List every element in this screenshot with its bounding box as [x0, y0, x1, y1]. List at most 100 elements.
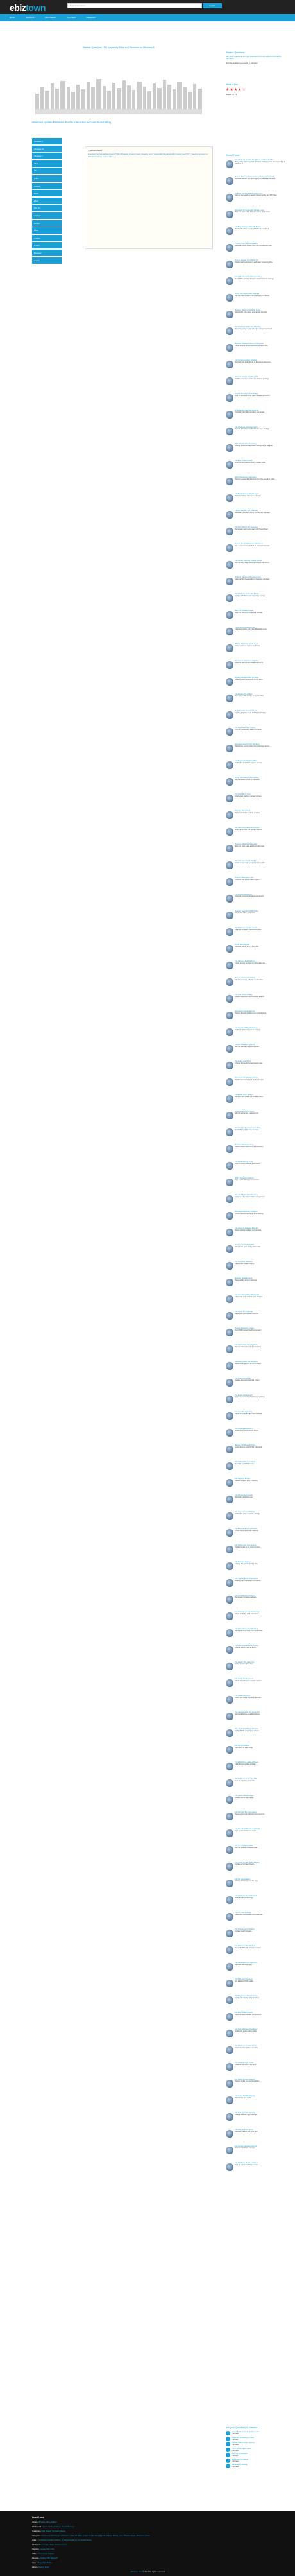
recent-post-item[interactable]: Fix Error 0x8007000d Reset windows update… [226, 2011, 287, 2028]
recent-post-item[interactable]: Taskbar Not Hiding Restart windows explor… [226, 809, 287, 827]
ask-question-link[interactable]: Ask your Questions and get solutions fro… [226, 55, 287, 60]
footer-row-links[interactable]: Contact, Help, FAQ [40, 2548, 54, 2550]
recent-post-item[interactable]: Fix Sticky Notes Missing Restore notes fr… [226, 2078, 287, 2095]
recent-post-item[interactable]: Fix Microphone Not Working Allow apps to … [226, 1627, 287, 1645]
recent-post-item[interactable]: Fix Mouse Lagging Change the pointer poll… [226, 1560, 287, 1578]
recent-post-item[interactable]: Fix Slow File Explorer Clear quick access… [226, 1260, 287, 1277]
recent-post-item[interactable]: Linux Boot Repair Reinstall GRUB from a l… [226, 943, 287, 960]
recent-post-item[interactable]: Fix Screen Flickering Uninstall incompati… [226, 893, 287, 910]
sidebar-item-windows-8[interactable]: Windows 8 [32, 138, 62, 144]
recent-post-item[interactable]: Fix Keyboard Not Typing Turn off filter k… [226, 726, 287, 743]
footer-row-links[interactable]: Windows, Office, Outlook [38, 2521, 57, 2523]
ask-question-item[interactable]: Kaspersky not starting on boot 1 answer [226, 2436, 287, 2442]
recent-post-item[interactable]: Fix Network Adapter Missing Reset network… [226, 1227, 287, 1244]
recent-post-item[interactable]: Fix Bluetooth Not Available Enable the bl… [226, 759, 287, 777]
recent-post-item[interactable]: Fix Start Menu Not Opening Re-register st… [226, 526, 287, 543]
recent-post-item[interactable]: Fix Stuck Print Queue Restart the print s… [226, 1310, 287, 1327]
recent-post-item[interactable]: Fix Google Drive Sync Reinstall backup an… [226, 2128, 287, 2145]
recent-post-item[interactable]: Backup Windows Drivers Export drivers usi… [226, 1444, 287, 1461]
recent-post-item[interactable]: Fix Windows Activation Error Run the acti… [226, 426, 287, 443]
recent-post-item[interactable]: Fix Windows Update Problems on Windows 8… [226, 159, 287, 176]
recent-post-item[interactable]: Recover Formatted Drive Use file recovery… [226, 976, 287, 994]
recent-post-item[interactable]: Windows Recovery Options Access advanced … [226, 1210, 287, 1227]
recent-post-item[interactable]: Word Document Recovery Recover unsaved do… [226, 476, 287, 493]
recent-post-item[interactable]: Fix Internet Explorer Crashes Reset IE se… [226, 659, 287, 677]
recent-post-item[interactable]: Fix Mail App Not Syncing Change mailbox s… [226, 2111, 287, 2129]
recent-post-item[interactable]: Fix Kernel Security Check Failure Run mem… [226, 559, 287, 576]
ask-question-item[interactable]: Excel file is corrupted 1 answer [226, 2453, 287, 2459]
recent-post-item[interactable]: Restore Default Apps Reset default apps i… [226, 1277, 287, 1294]
recent-post-item[interactable]: Fix Recycle Bin Corrupted Reset recycle b… [226, 1811, 287, 1828]
recent-post-item[interactable]: Fix Photos App Crash Reinstall the photos… [226, 1494, 287, 1511]
recent-post-item[interactable]: Fix App Not Opening Repair or reset the a… [226, 1410, 287, 1428]
recent-post-item[interactable]: Fix Skype Not Connecting Update Skype to … [226, 1544, 287, 1561]
copyright-brand[interactable]: ebiztown.com [130, 2570, 142, 2573]
recent-post-item[interactable]: Fix Pen Drive Write Protected Clear read-… [226, 1293, 287, 1311]
recent-post-item[interactable]: Fix Boot Device Not Found Check BIOS boot… [226, 1527, 287, 1544]
sidebar-item-windows-10[interactable]: Windows 10 [32, 145, 62, 152]
footer-row-links[interactable]: Activation, Boot, Drivers, Updates [42, 2544, 67, 2546]
recent-post-item[interactable]: Fix Windows Update Error Download the upd… [226, 2044, 287, 2062]
recent-post-item[interactable]: Fix Explorer Keeps Restarting Check for f… [226, 1611, 287, 1628]
recent-post-item[interactable]: Printer Driver Is Unavailable Reinstall p… [226, 242, 287, 259]
ask-question-item[interactable]: How to fix Windows 10 update error? 2 ans… [226, 2431, 287, 2437]
footer-row-links[interactable]: Privacy, Terms [38, 2566, 49, 2568]
recent-post-item[interactable]: How to Speed Up a Slow PC Disable startup… [226, 259, 287, 276]
footer-row-links[interactable]: Store, Mail, Photos [38, 2562, 52, 2564]
sidebar-item-xp[interactable]: XP [32, 168, 62, 175]
sidebar-item-browsers[interactable]: Browsers [32, 249, 62, 256]
sidebar-item-outlook[interactable]: Outlook [32, 182, 62, 189]
recent-post-item[interactable]: Fix Clock Watchdog Timeout Update BIOS an… [226, 1727, 287, 1745]
footer-row-links[interactable]: Fix Windows Update Problems, Fix Kaspers… [38, 2539, 92, 2541]
recent-post-item[interactable]: Fix Corrupted User Profile Create a new u… [226, 860, 287, 877]
recent-post-item[interactable]: Remove Malware Manually Boot into safe mo… [226, 843, 287, 860]
recent-post-item[interactable]: Fix Windows Update Stuck Clear the softwa… [226, 926, 287, 944]
ask-question-item[interactable]: Outlook crashes when opening 3 answers [226, 2442, 287, 2448]
recent-post-item[interactable]: USB Device Not Recognized Uninstall the U… [226, 409, 287, 426]
sidebar-item-mac-os[interactable]: Mac OS [32, 205, 62, 212]
recent-post-item[interactable]: Fix Missing DLL Files Run system file che… [226, 693, 287, 710]
recent-post-item[interactable]: Fix Hard Drive Not Showing Assign a drive… [226, 1193, 287, 1211]
sidebar-item-vista[interactable]: Vista [32, 160, 62, 167]
recent-post-item[interactable]: Windows 10 Automatic Repair Loop Boot int… [226, 209, 287, 226]
ask-question-item[interactable]: Blue screen on startup 4 answers [226, 2458, 287, 2464]
footer-row-links[interactable]: Printers, USB, Bluetooth [40, 2557, 58, 2559]
question-body[interactable]: How can I fix Interactive Account? My Wi… [88, 153, 210, 158]
recent-post-item[interactable]: Fix Windows Not Activated Enter a valid p… [226, 1894, 287, 1912]
recent-post-item[interactable]: Fix Right Click Not Working Remove third … [226, 1344, 287, 1361]
recent-post-item[interactable]: Fix Error 0x80004005 Run the update troub… [226, 1844, 287, 1862]
recent-post-item[interactable]: Fix Calculator Not Opening Reinstall calc… [226, 1961, 287, 1978]
footer-row-links[interactable]: Word, Excel, Outlook [38, 2553, 54, 2555]
recent-post-item[interactable]: Fix No Sound After Update Roll back the a… [226, 359, 287, 376]
recent-post-item[interactable]: Laptop Battery Not Charging Reinstall the… [226, 509, 287, 526]
recent-post-item[interactable]: Fix Volume Icon Missing Enable the icon i… [226, 1510, 287, 1528]
recent-post-item[interactable]: Excel File Cannot Be Opened Use the built… [226, 292, 287, 309]
sidebar-item-printers[interactable]: Printers [32, 234, 62, 241]
nav-item-most-viewed[interactable]: Most Viewed [40, 14, 61, 21]
recent-post-item[interactable]: Windows Search Not Working Rebuild the se… [226, 743, 287, 760]
footer-row-links[interactable]: Most Viewed, Top Rated, Recent [42, 2530, 66, 2532]
recent-post-item[interactable]: Fix Slow Boot Time Enable fast startup in… [226, 793, 287, 810]
nav-item-top-rated[interactable]: Top Rated [62, 14, 81, 21]
recent-post-item[interactable]: Fix Fonts Not Displaying Rebuild the font… [226, 2095, 287, 2112]
site-logo[interactable]: ebiztown [10, 3, 46, 13]
recent-post-item[interactable]: Fix Windows Defender Off Turn on real tim… [226, 1777, 287, 1795]
recent-post-item[interactable]: Fix Android Storage Full Clear app cache … [226, 626, 287, 643]
sidebar-item-word[interactable]: Word [32, 197, 62, 204]
recent-post-item[interactable]: Fix Device Manager Errors Scan for hardwa… [226, 2145, 287, 2162]
recent-post-item[interactable]: Fix DNS Server Not Responding Flush DNS c… [226, 275, 287, 293]
sidebar-item-drivers[interactable]: Drivers [32, 242, 62, 249]
recent-post-item[interactable]: Fix Windows Store Not Working Reset the s… [226, 325, 287, 343]
recent-post-item[interactable]: Fix Zoom Audio Issue Select the correct m… [226, 1394, 287, 1411]
recent-post-item[interactable]: Restore Missing Desktop Icons Rebuild the… [226, 309, 287, 326]
recent-post-item[interactable]: Outlook Search Not Working Repair the off… [226, 910, 287, 927]
recent-post-item[interactable]: Fix Update Error 0x800f081f Enable .NET f… [226, 1577, 287, 1595]
recent-post-item[interactable]: Fix Black Screen After Login Restart expl… [226, 492, 287, 510]
recent-post-item[interactable]: Fix Audio Crackling Change the audio form… [226, 1060, 287, 1077]
recent-post-item[interactable]: Outlook Password Prompt Loop Clear cached… [226, 576, 287, 593]
recent-post-item[interactable]: Mac OS Update Failed Boot into recovery m… [226, 609, 287, 627]
recent-post-item[interactable]: Fix Word Crashes Start Word in safe mode. [226, 1744, 287, 1761]
recent-post-item[interactable]: Fix Inaccessible Boot Device Change SATA … [226, 1644, 287, 1661]
breadcrumb[interactable]: Mariner Questions - Fix Kaspersky Error … [35, 46, 202, 49]
recent-post-item[interactable]: Fix Blue Screen of Death Errors Identify … [226, 225, 287, 243]
